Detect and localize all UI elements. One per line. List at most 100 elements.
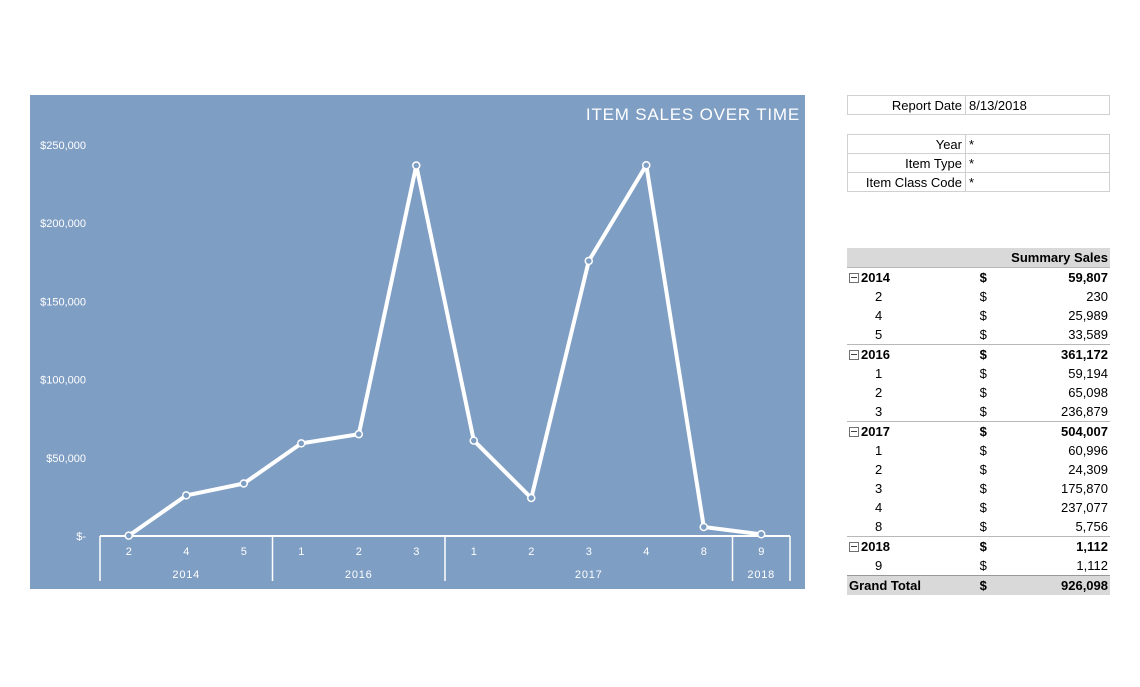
currency-symbol: $ [977, 421, 1010, 441]
pivot-month-row[interactable]: 2 $ 65,098 [847, 383, 1110, 402]
x-tick-label: 1 [298, 546, 304, 558]
month-value: 230 [1086, 289, 1108, 304]
pivot-month-row[interactable]: 1 $ 60,996 [847, 441, 1110, 460]
sales-chart[interactable]: ITEM SALES OVER TIME $- $50,000 $100,000 $15… [30, 95, 805, 589]
data-point [757, 530, 766, 539]
collapse-icon[interactable] [849, 426, 859, 437]
x-tick-label: 3 [586, 546, 592, 558]
collapse-icon[interactable] [849, 349, 859, 360]
data-point [354, 429, 363, 439]
pivot-month-row[interactable]: 4 $ 25,989 [847, 306, 1110, 325]
month-label: 2 [875, 289, 883, 304]
year-total: 1,112 [1009, 536, 1110, 556]
y-tick-label: $200,000 [40, 218, 86, 230]
currency-symbol: $ [979, 558, 987, 573]
grand-total-row[interactable]: Grand Total $ 926,098 [847, 575, 1110, 595]
pivot-month-row[interactable]: 3 $ 175,870 [847, 479, 1110, 498]
x-tick-label: 2 [528, 546, 534, 558]
x-group-label: 2018 [747, 569, 775, 581]
data-point [297, 439, 306, 448]
grand-total-value: 926,098 [1009, 575, 1110, 595]
currency-symbol: $ [979, 519, 987, 534]
pivot-year-row[interactable]: 2018 $ 1,112 [847, 536, 1110, 556]
pivot-month-row[interactable]: 4 $ 237,077 [847, 498, 1110, 517]
year-label: 2016 [861, 347, 890, 362]
currency-symbol: $ [979, 366, 987, 381]
currency-symbol: $ [979, 289, 987, 304]
y-tick-label: $100,000 [40, 375, 86, 387]
filter-value-item-type[interactable]: * [965, 153, 1110, 173]
x-tick-label: 1 [471, 546, 477, 558]
y-tick-label: $150,000 [40, 296, 86, 308]
currency-symbol: $ [979, 443, 987, 458]
month-label: 4 [875, 308, 883, 323]
month-value: 25,989 [1068, 308, 1108, 323]
summary-pivot-table: Summary Sales 2014 $ 59,807 2 $ 230 4 $ … [847, 248, 1110, 595]
currency-symbol: $ [979, 327, 987, 342]
month-label: 1 [875, 443, 883, 458]
currency-symbol: $ [979, 500, 987, 515]
month-label: 2 [875, 462, 883, 477]
x-group-label: 2017 [575, 569, 603, 581]
pivot-month-row[interactable]: 3 $ 236,879 [847, 402, 1110, 422]
x-tick-label: 4 [643, 546, 649, 558]
pivot-month-row[interactable]: 8 $ 5,756 [847, 517, 1110, 537]
currency-symbol: $ [977, 536, 1010, 556]
filter-value-item-class-code[interactable]: * [965, 172, 1110, 192]
month-value: 60,996 [1068, 443, 1108, 458]
month-value: 236,879 [1061, 404, 1108, 419]
pivot-month-row[interactable]: 2 $ 24,309 [847, 460, 1110, 479]
data-point [124, 531, 133, 540]
data-point [469, 436, 478, 445]
filter-value-year[interactable]: * [965, 134, 1110, 154]
x-group-label: 2014 [172, 569, 200, 581]
pivot-year-row[interactable]: 2016 $ 361,172 [847, 344, 1110, 364]
filter-table: Year * Item Type * Item Class Code * [847, 134, 1110, 192]
month-value: 59,194 [1068, 366, 1108, 381]
report-date-label: Report Date [847, 95, 966, 115]
filter-row-year: Year * [847, 134, 1110, 154]
currency-symbol: $ [979, 308, 987, 323]
report-date-table: Report Date 8/13/2018 [847, 95, 1110, 115]
data-point [584, 256, 593, 266]
month-label: 3 [875, 481, 883, 496]
filter-label: Year [847, 134, 966, 154]
x-tick-label: 9 [758, 546, 764, 558]
pivot-header-label: Summary Sales [1009, 248, 1110, 268]
year-label: 2017 [861, 424, 890, 439]
month-value: 65,098 [1068, 385, 1108, 400]
pivot-year-row[interactable]: 2014 $ 59,807 [847, 267, 1110, 287]
chart-title: ITEM SALES OVER TIME [586, 105, 800, 124]
pivot-month-row[interactable]: 1 $ 59,194 [847, 364, 1110, 383]
year-total: 59,807 [1009, 267, 1110, 287]
report-date-value[interactable]: 8/13/2018 [965, 95, 1110, 115]
month-label: 2 [875, 385, 883, 400]
year-total: 504,007 [1009, 421, 1110, 441]
data-point [239, 479, 248, 488]
x-tick-label: 5 [241, 546, 247, 558]
currency-symbol: $ [979, 481, 987, 496]
filter-row-item-type: Item Type * [847, 153, 1110, 173]
pivot-month-row[interactable]: 9 $ 1,112 [847, 556, 1110, 576]
filter-label: Item Type [847, 153, 966, 173]
pivot-year-row[interactable]: 2017 $ 504,007 [847, 421, 1110, 441]
month-label: 9 [875, 558, 883, 573]
year-label: 2018 [861, 539, 890, 554]
month-label: 8 [875, 519, 883, 534]
collapse-icon[interactable] [849, 272, 859, 283]
grand-total-label: Grand Total [847, 575, 978, 595]
x-group-label: 2016 [345, 569, 373, 581]
report-date-row: Report Date 8/13/2018 [847, 95, 1110, 115]
pivot-month-row[interactable]: 5 $ 33,589 [847, 325, 1110, 345]
month-label: 4 [875, 500, 883, 515]
year-total: 361,172 [1009, 344, 1110, 364]
pivot-month-row[interactable]: 2 $ 230 [847, 287, 1110, 306]
data-point [412, 161, 421, 170]
collapse-icon[interactable] [849, 541, 859, 552]
filter-label: Item Class Code [847, 172, 966, 192]
month-value: 237,077 [1061, 500, 1108, 515]
month-value: 33,589 [1068, 327, 1108, 342]
month-value: 24,309 [1068, 462, 1108, 477]
month-value: 5,756 [1075, 519, 1108, 534]
month-label: 3 [875, 404, 883, 419]
